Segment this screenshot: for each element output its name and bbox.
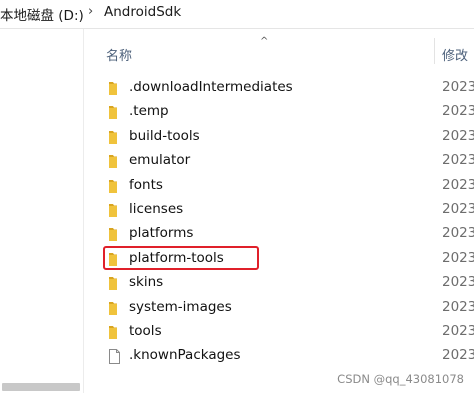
file-name: .knownPackages <box>129 347 241 364</box>
horizontal-scrollbar[interactable] <box>2 383 80 391</box>
folder-icon <box>108 227 121 242</box>
list-item[interactable]: .temp 2023 <box>84 100 474 124</box>
list-item[interactable]: tools 2023 <box>84 320 474 344</box>
file-date: 2023 <box>442 127 474 144</box>
breadcrumb-folder[interactable]: AndroidSdk <box>104 4 181 20</box>
file-date: 2023 <box>442 347 474 364</box>
file-date: 2023 <box>442 103 474 120</box>
file-name: skins <box>129 274 164 291</box>
folder-icon <box>108 81 121 96</box>
file-name: emulator <box>129 152 191 169</box>
file-date: 2023 <box>442 274 474 291</box>
file-explorer-window: 本地磁盘 (D:) › AndroidSdk 名称 ^ 修改 .download… <box>0 0 474 393</box>
file-date: 2023 <box>442 152 474 169</box>
file-name: .temp <box>129 103 169 120</box>
list-item[interactable]: skins 2023 <box>84 271 474 295</box>
list-item[interactable]: .knownPackages 2023 <box>84 344 474 368</box>
file-name: system-images <box>129 298 232 315</box>
file-icon <box>108 349 121 365</box>
folder-icon <box>108 130 121 145</box>
list-item[interactable]: .downloadIntermediates 2023 <box>84 76 474 100</box>
folder-icon <box>108 179 121 194</box>
folder-icon <box>108 276 121 291</box>
column-header-name[interactable]: 名称 <box>106 45 132 64</box>
column-header: 名称 ^ 修改 <box>84 36 474 66</box>
list-item[interactable]: system-images 2023 <box>84 296 474 320</box>
file-name: build-tools <box>129 127 200 144</box>
list-item[interactable]: platforms 2023 <box>84 222 474 246</box>
list-item[interactable]: licenses 2023 <box>84 198 474 222</box>
breadcrumb-drive[interactable]: 本地磁盘 (D:) <box>0 4 84 24</box>
breadcrumb: 本地磁盘 (D:) › AndroidSdk <box>0 0 474 29</box>
file-name: platforms <box>129 225 194 242</box>
file-date: 2023 <box>442 225 474 242</box>
file-name: licenses <box>129 200 184 217</box>
file-name: .downloadIntermediates <box>129 79 293 95</box>
watermark: CSDN @qq_43081078 <box>337 372 464 386</box>
navigation-pane <box>0 29 84 393</box>
highlight-annotation <box>103 246 259 270</box>
folder-icon <box>108 301 121 316</box>
file-date: 2023 <box>442 249 474 266</box>
column-divider[interactable] <box>434 38 435 64</box>
list-item[interactable]: emulator 2023 <box>84 149 474 173</box>
folder-icon <box>108 105 121 120</box>
sort-up-icon: ^ <box>260 36 269 47</box>
list-item[interactable]: build-tools 2023 <box>84 125 474 149</box>
file-name: fonts <box>129 176 163 193</box>
file-date: 2023 <box>442 200 474 217</box>
column-header-date[interactable]: 修改 <box>442 45 468 64</box>
folder-icon <box>108 203 121 218</box>
folder-icon <box>108 325 121 340</box>
file-date: 2023 <box>442 298 474 315</box>
file-date: 2023 <box>442 322 474 339</box>
file-date: 2023 <box>442 79 474 95</box>
file-name: tools <box>129 322 162 339</box>
file-date: 2023 <box>442 176 474 193</box>
chevron-right-icon[interactable]: › <box>88 4 93 19</box>
list-item[interactable]: fonts 2023 <box>84 174 474 198</box>
file-list: .downloadIntermediates 2023 .temp 2023 build… <box>84 76 474 369</box>
folder-icon <box>108 154 121 169</box>
